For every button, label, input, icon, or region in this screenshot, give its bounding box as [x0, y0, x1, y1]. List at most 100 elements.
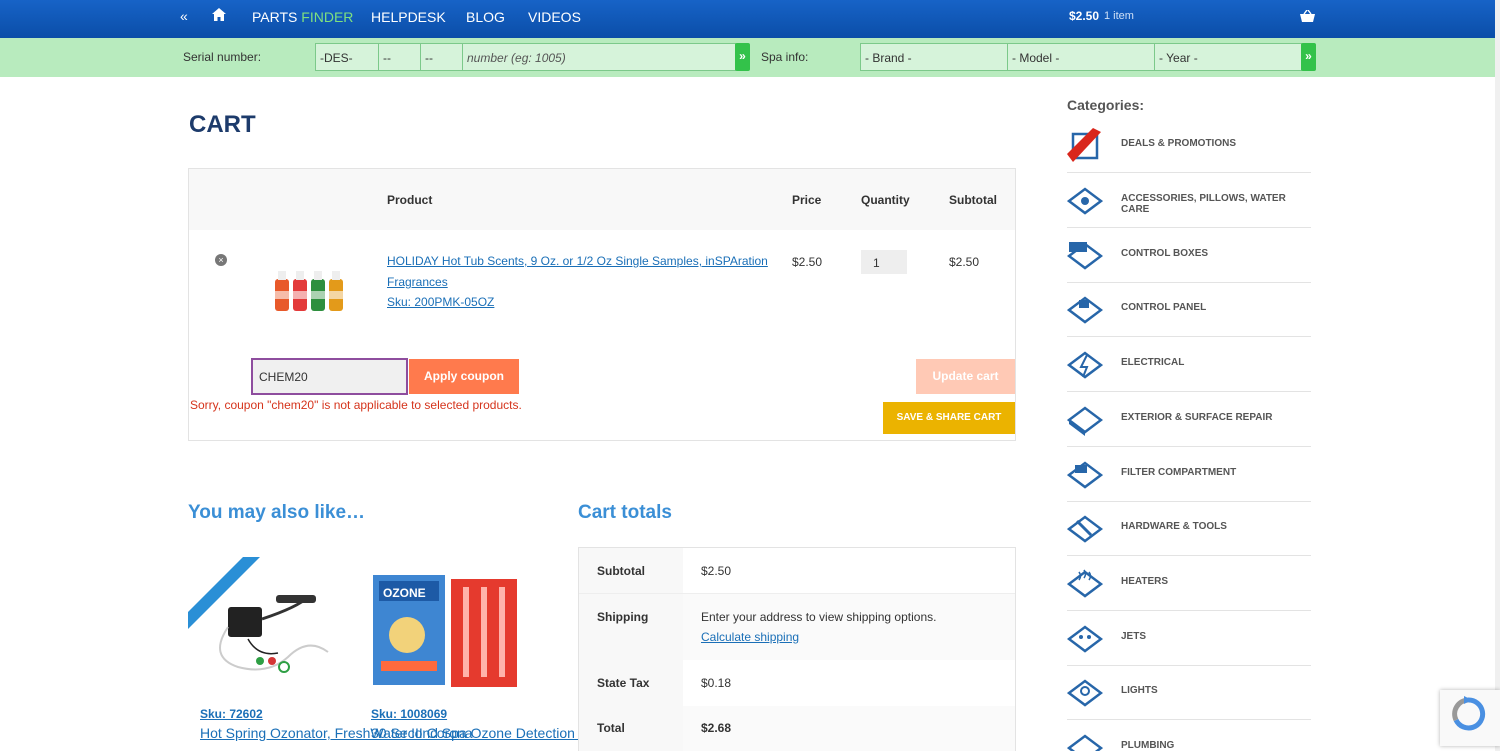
save-share-cart-button[interactable]: SAVE & SHARE CART	[883, 402, 1015, 434]
related-product-card[interactable]: OZONE Sku: 1008069 30 Second Spa Ozone D…	[359, 557, 640, 751]
related-product-card[interactable]: MATCHES ALL SPAS Sku: 72602 Hot Spring O…	[188, 557, 473, 751]
cart-table-header: Product Price Quantity Subtotal	[189, 169, 1015, 230]
categories-title: Categories:	[1067, 97, 1145, 113]
nav-videos[interactable]: VIDEOS	[528, 9, 581, 25]
totals-row-shipping: Shipping Enter your address to view ship…	[579, 594, 1015, 660]
product-sku-link[interactable]: Sku: 200PMK-05OZ	[387, 295, 494, 309]
category-label: ELECTRICAL	[1121, 357, 1185, 368]
nav-blog[interactable]: BLOG	[466, 9, 505, 25]
ozonator-image[interactable]: MATCHES ALL SPAS	[188, 557, 343, 697]
category-heaters[interactable]: HEATERS	[1067, 556, 1311, 611]
page-title: CART	[189, 111, 256, 138]
category-control-panel[interactable]: CONTROL PANEL	[1067, 282, 1311, 337]
header-cart-count[interactable]: 1 item	[1104, 10, 1134, 22]
totals-row-tax: State Tax $0.18	[579, 660, 1015, 706]
double-chevron-left-icon[interactable]: «	[180, 8, 188, 24]
subtotal-label: Subtotal	[597, 564, 645, 578]
category-deals[interactable]: DEALS & PROMOTIONS	[1067, 118, 1311, 173]
apply-coupon-button[interactable]: Apply coupon	[409, 359, 519, 394]
ozone-kit-image[interactable]: OZONE	[359, 557, 519, 697]
header-product: Product	[387, 193, 433, 207]
plumbing-icon	[1067, 734, 1103, 751]
electrical-icon	[1067, 351, 1103, 379]
lights-icon	[1067, 679, 1103, 707]
deals-tag-icon	[1067, 128, 1101, 162]
category-label: CONTROL PANEL	[1121, 302, 1207, 313]
product-name-link-cont[interactable]: Fragrances	[387, 275, 448, 289]
page-scrollbar[interactable]	[1495, 0, 1500, 751]
brand-select[interactable]: - Brand -	[860, 43, 1008, 71]
product-name-link[interactable]: HOLIDAY Hot Tub Scents, 9 Oz. or 1/2 Oz …	[387, 254, 768, 268]
category-control-boxes[interactable]: CONTROL BOXES	[1067, 228, 1311, 283]
nav-parts-label: PARTS	[252, 9, 298, 25]
serial-part2-select[interactable]: --	[378, 43, 421, 71]
category-lights[interactable]: LIGHTS	[1067, 665, 1311, 720]
basket-icon[interactable]	[1300, 9, 1315, 25]
home-icon[interactable]	[212, 8, 226, 24]
category-electrical[interactable]: ELECTRICAL	[1067, 337, 1311, 392]
cart-totals-title: Cart totals	[578, 502, 672, 523]
parts-finder-bar: Serial number: -DES- -- -- number (eg: 1…	[0, 38, 1500, 77]
header-subtotal: Subtotal	[949, 193, 997, 207]
year-select[interactable]: - Year -	[1154, 43, 1302, 71]
hardware-tools-icon	[1067, 515, 1103, 543]
category-label: PLUMBING	[1121, 740, 1175, 751]
related-sku-link[interactable]: Sku: 1008069	[371, 707, 447, 721]
category-hardware[interactable]: HARDWARE & TOOLS	[1067, 501, 1311, 556]
control-panel-icon	[1067, 296, 1103, 324]
serial-part3-select[interactable]: --	[420, 43, 463, 71]
calculate-shipping-link[interactable]: Calculate shipping	[701, 630, 799, 644]
totals-row-total: Total $2.68	[579, 706, 1015, 751]
jets-icon	[1067, 625, 1103, 653]
header-cart-total[interactable]: $2.50	[1069, 9, 1099, 23]
recaptcha-badge[interactable]	[1440, 690, 1500, 746]
item-price: $2.50	[792, 255, 823, 269]
update-cart-button[interactable]: Update cart	[916, 359, 1015, 394]
filter-icon	[1067, 461, 1103, 489]
nav-helpdesk[interactable]: HELPDESK	[371, 9, 446, 25]
serial-number-label: Serial number:	[183, 50, 262, 64]
model-select[interactable]: - Model -	[1007, 43, 1155, 71]
category-label: LIGHTS	[1121, 685, 1158, 696]
top-navigation: « PARTS FINDER HELPDESK BLOG VIDEOS $2.5…	[0, 0, 1500, 38]
category-accessories[interactable]: ACCESSORIES, PILLOWS, WATER CARE	[1067, 173, 1311, 228]
category-label: ACCESSORIES, PILLOWS, WATER CARE	[1121, 193, 1286, 215]
spa-search-button[interactable]: »	[1301, 43, 1316, 71]
category-label: HEATERS	[1121, 576, 1169, 587]
cart-totals-table: Subtotal $2.50 Shipping Enter your addre…	[578, 547, 1016, 751]
totals-row-subtotal: Subtotal $2.50	[579, 548, 1015, 594]
product-thumbnail[interactable]	[271, 265, 349, 315]
coupon-code-input[interactable]: CHEM20	[251, 358, 408, 395]
total-value: $2.68	[701, 721, 732, 735]
related-products-title: You may also like…	[188, 502, 366, 523]
header-price: Price	[792, 193, 822, 207]
category-label: FILTER COMPARTMENT	[1121, 467, 1237, 478]
subtotal-value: $2.50	[701, 564, 732, 578]
category-jets[interactable]: JETS	[1067, 611, 1311, 666]
category-label: EXTERIOR & SURFACE REPAIR	[1121, 412, 1273, 423]
cart-table: Product Price Quantity Subtotal × HOLIDA…	[188, 168, 1016, 441]
item-subtotal: $2.50	[949, 255, 980, 269]
shipping-text: Enter your address to view shipping opti…	[701, 610, 937, 624]
accessories-tub-icon	[1067, 187, 1103, 215]
heater-icon	[1067, 569, 1103, 598]
nav-finder-label: FINDER	[301, 9, 354, 25]
header-quantity: Quantity	[861, 193, 910, 207]
category-label: DEALS & PROMOTIONS	[1121, 138, 1237, 149]
spa-info-label: Spa info:	[761, 50, 809, 64]
related-sku-link[interactable]: Sku: 72602	[200, 707, 263, 721]
serial-number-input[interactable]: number (eg: 1005)	[462, 43, 736, 71]
category-plumbing[interactable]: PLUMBING	[1067, 720, 1311, 751]
tax-value: $0.18	[701, 676, 732, 690]
exterior-repair-icon	[1067, 406, 1103, 436]
nav-parts-finder[interactable]: PARTS FINDER	[252, 9, 353, 25]
quantity-input[interactable]: 1	[861, 250, 907, 274]
remove-item-icon[interactable]: ×	[215, 254, 227, 266]
category-label: CONTROL BOXES	[1121, 248, 1209, 259]
serial-prefix-select[interactable]: -DES-	[315, 43, 379, 71]
category-filter[interactable]: FILTER COMPARTMENT	[1067, 447, 1311, 502]
category-label: HARDWARE & TOOLS	[1121, 521, 1227, 532]
category-exterior[interactable]: EXTERIOR & SURFACE REPAIR	[1067, 392, 1311, 447]
serial-search-button[interactable]: »	[735, 43, 750, 71]
svg-text:OZONE: OZONE	[383, 586, 426, 600]
